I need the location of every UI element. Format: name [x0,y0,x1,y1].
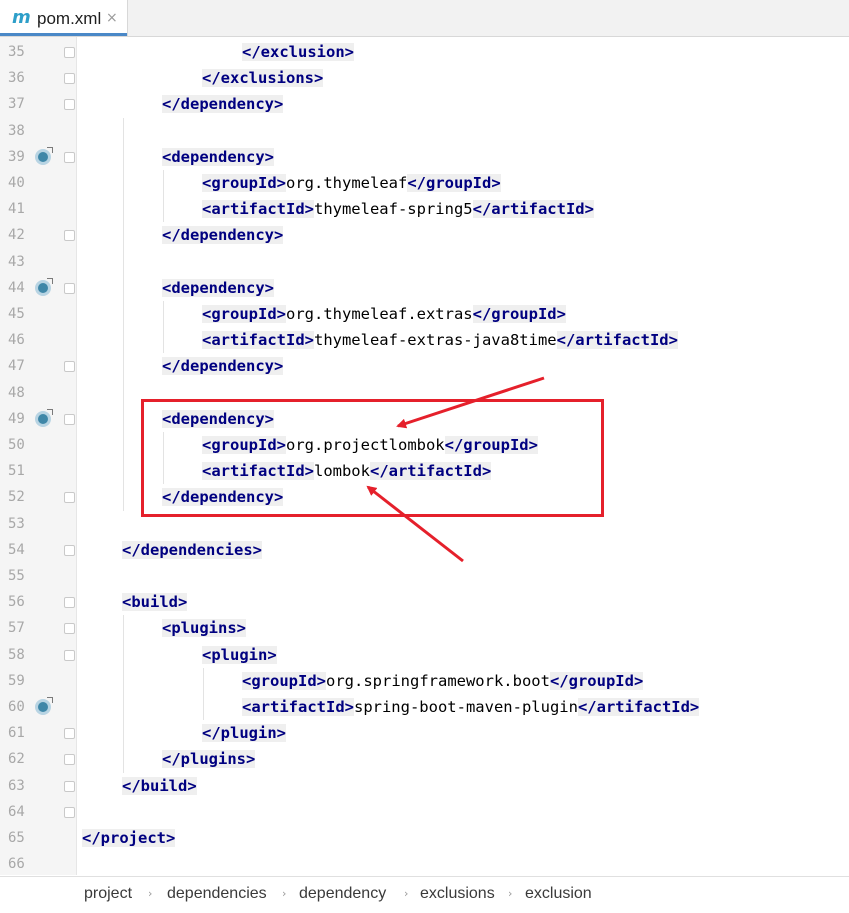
annotation-arrows [366,376,545,563]
breadcrumb: project › dependencies › dependency › ex… [0,876,849,913]
breadcrumb-separator-icon: › [508,887,513,900]
breadcrumb-item-dependencies[interactable]: dependencies [167,885,267,903]
breadcrumb-separator-icon: › [282,887,287,900]
arrow-to-groupid [396,376,545,429]
breadcrumb-item-project[interactable]: project [84,885,132,903]
breadcrumb-item-exclusions[interactable]: exclusions [420,885,495,903]
breadcrumb-item-dependency[interactable]: dependency [299,885,386,903]
breadcrumb-separator-icon: › [148,887,153,900]
breadcrumb-item-exclusion[interactable]: exclusion [525,885,592,903]
breadcrumb-separator-icon: › [404,887,409,900]
arrow-to-artifactid [366,485,464,563]
